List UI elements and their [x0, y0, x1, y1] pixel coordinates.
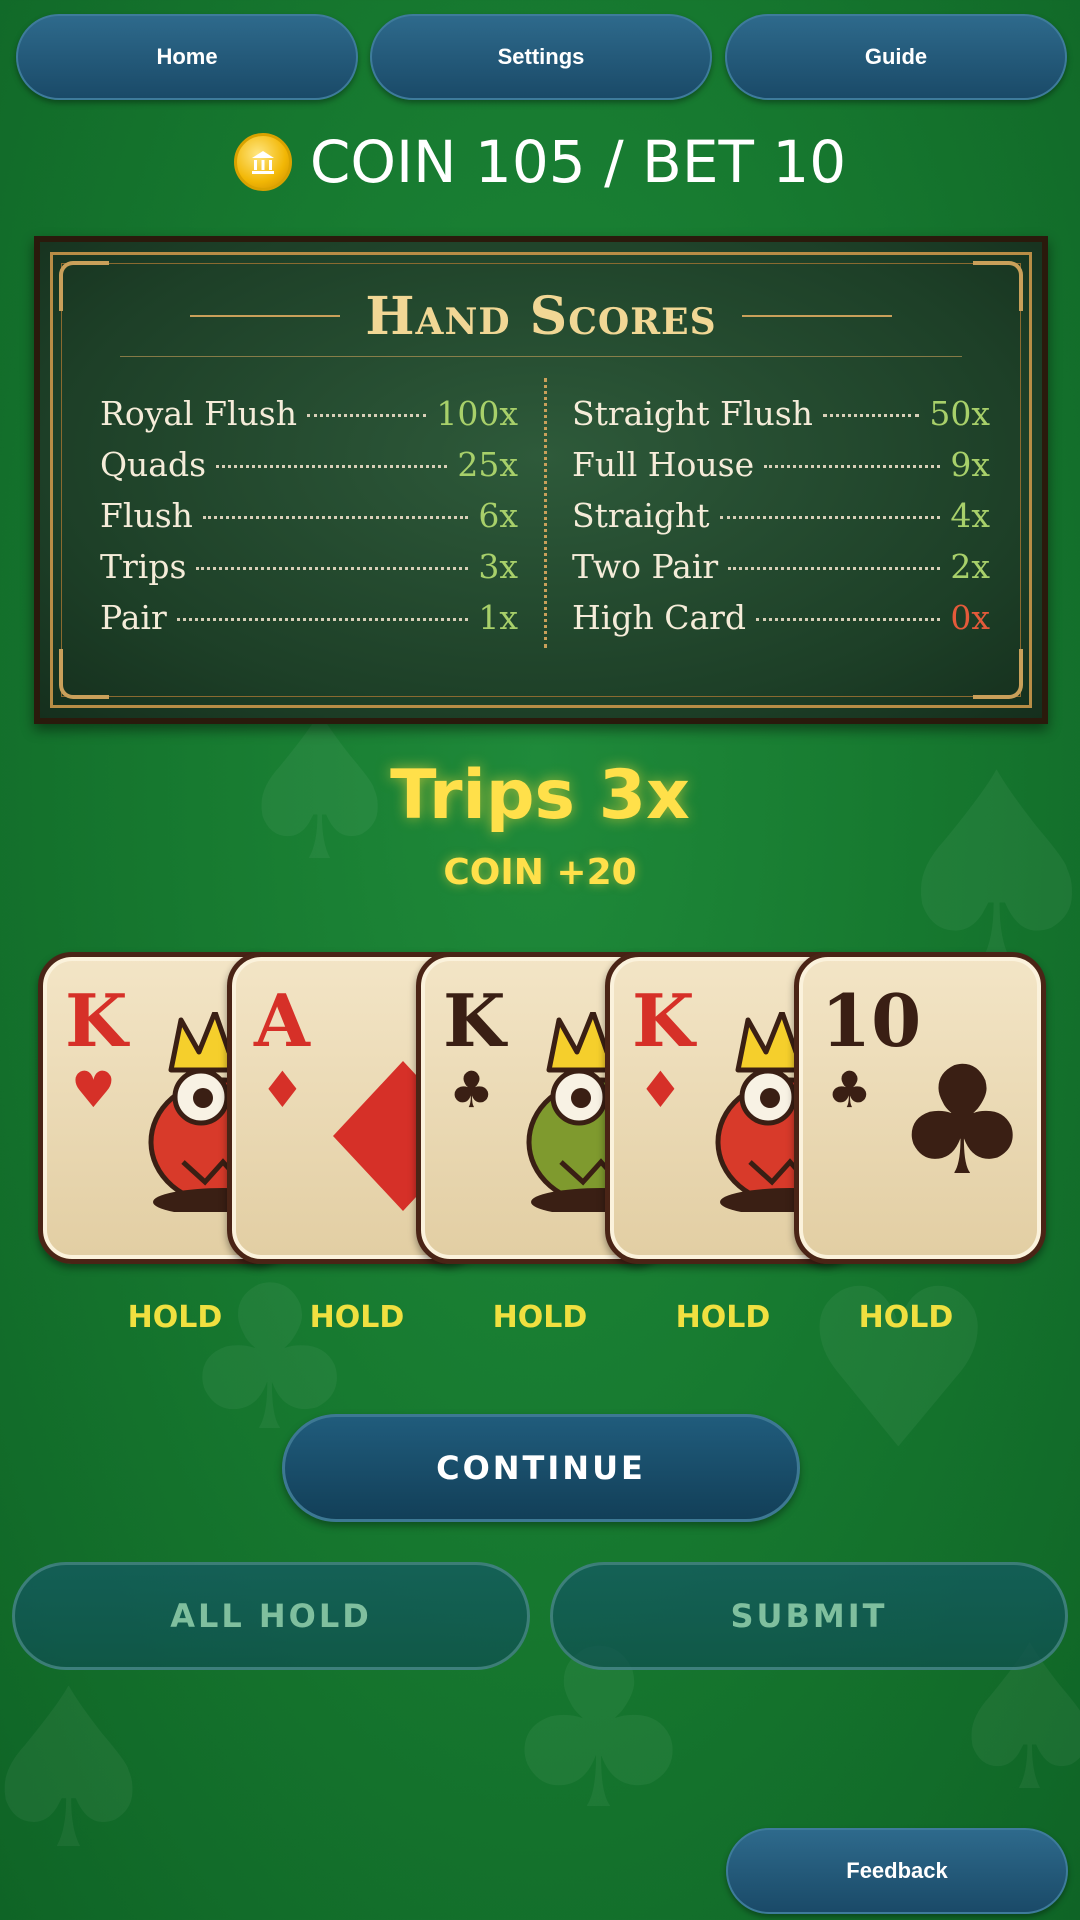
hand-scores-board: Hand Scores Royal Flush 100x Quads 25x Flu…	[34, 236, 1048, 724]
score-row: High Card 0x	[572, 598, 990, 649]
dot-leader	[196, 567, 469, 570]
hold-label-1[interactable]: HOLD	[95, 1300, 255, 1335]
dot-leader	[202, 516, 469, 519]
card-rank: K	[632, 978, 695, 1063]
score-row: Trips 3x	[100, 547, 518, 598]
feedback-button[interactable]: Feedback	[726, 1828, 1068, 1914]
hand-multiplier: 4x	[950, 496, 990, 535]
guide-button[interactable]: Guide	[725, 14, 1067, 100]
score-row: Straight Flush 50x	[572, 394, 990, 445]
dot-leader	[176, 618, 469, 621]
paytable-left-column: Royal Flush 100x Quads 25x Flush 6x Trips 3x…	[100, 394, 518, 649]
ornament-corner-icon	[59, 649, 109, 699]
dot-leader	[764, 465, 941, 468]
club-icon: ♣	[827, 1061, 872, 1119]
score-row: Full House 9x	[572, 445, 990, 496]
hand-multiplier: 1x	[478, 598, 518, 637]
playing-card[interactable]: 10 ♣ ♣	[794, 952, 1046, 1264]
club-icon: ♣	[449, 1061, 494, 1119]
hand-multiplier: 0x	[950, 598, 990, 637]
hold-label-2[interactable]: HOLD	[277, 1300, 437, 1335]
hand-scores-title: Hand Scores	[365, 286, 717, 347]
hand-name: Flush	[100, 496, 193, 535]
hand-multiplier: 100x	[436, 394, 518, 433]
hand-name: Full House	[572, 445, 755, 484]
score-row: Flush 6x	[100, 496, 518, 547]
title-underline	[120, 356, 962, 357]
coin-status: COIN 105 / BET 10	[0, 122, 1080, 202]
hand-name: Straight Flush	[572, 394, 813, 433]
score-row: Straight 4x	[572, 496, 990, 547]
background-spade-icon: ♠	[0, 1642, 168, 1898]
column-divider	[544, 378, 547, 648]
card-rank: A	[254, 978, 310, 1063]
all-hold-button[interactable]: ALL HOLD	[12, 1562, 530, 1670]
hand-name: Pair	[100, 598, 167, 637]
continue-button[interactable]: CONTINUE	[282, 1414, 800, 1522]
heart-icon: ♥	[71, 1061, 116, 1119]
dot-leader	[216, 465, 448, 468]
result-hand-title: Trips 3x	[390, 756, 690, 835]
dot-leader	[719, 516, 941, 519]
paytable-right-column: Straight Flush 50x Full House 9x Straight 4…	[572, 394, 990, 649]
score-row: Quads 25x	[100, 445, 518, 496]
score-row: Royal Flush 100x	[100, 394, 518, 445]
hand-name: Trips	[100, 547, 187, 586]
card-rank: K	[65, 978, 128, 1063]
hand-name: High Card	[572, 598, 747, 637]
hand-multiplier: 3x	[478, 547, 518, 586]
diamond-icon: ♦	[638, 1061, 683, 1119]
club-large-icon: ♣	[895, 1035, 1030, 1209]
result-coin-gain: COIN +20	[443, 852, 637, 893]
hand-name: Straight	[572, 496, 710, 535]
dot-leader	[756, 618, 941, 621]
card-rank: K	[443, 978, 506, 1063]
hold-label-5[interactable]: HOLD	[826, 1300, 986, 1335]
hold-label-3[interactable]: HOLD	[460, 1300, 620, 1335]
home-button[interactable]: Home	[16, 14, 358, 100]
score-row: Two Pair 2x	[572, 547, 990, 598]
dot-leader	[728, 567, 941, 570]
hand-name: Quads	[100, 445, 207, 484]
hand-name: Two Pair	[572, 547, 719, 586]
score-row: Pair 1x	[100, 598, 518, 649]
hold-label-4[interactable]: HOLD	[643, 1300, 803, 1335]
hand-multiplier: 2x	[950, 547, 990, 586]
background-heart-icon: ♥	[800, 1242, 998, 1498]
dot-leader	[822, 414, 920, 417]
settings-button[interactable]: Settings	[370, 14, 712, 100]
hand-name: Royal Flush	[100, 394, 297, 433]
hand-multiplier: 50x	[929, 394, 990, 433]
coin-bet-text: COIN 105 / BET 10	[309, 128, 847, 196]
submit-button[interactable]: SUBMIT	[550, 1562, 1068, 1670]
ornament-corner-icon	[973, 649, 1023, 699]
coin-icon	[233, 133, 292, 191]
dot-leader	[306, 414, 427, 417]
hand-multiplier: 6x	[478, 496, 518, 535]
hand-multiplier: 25x	[457, 445, 518, 484]
hand-multiplier: 9x	[950, 445, 990, 484]
diamond-icon: ♦	[260, 1061, 305, 1119]
